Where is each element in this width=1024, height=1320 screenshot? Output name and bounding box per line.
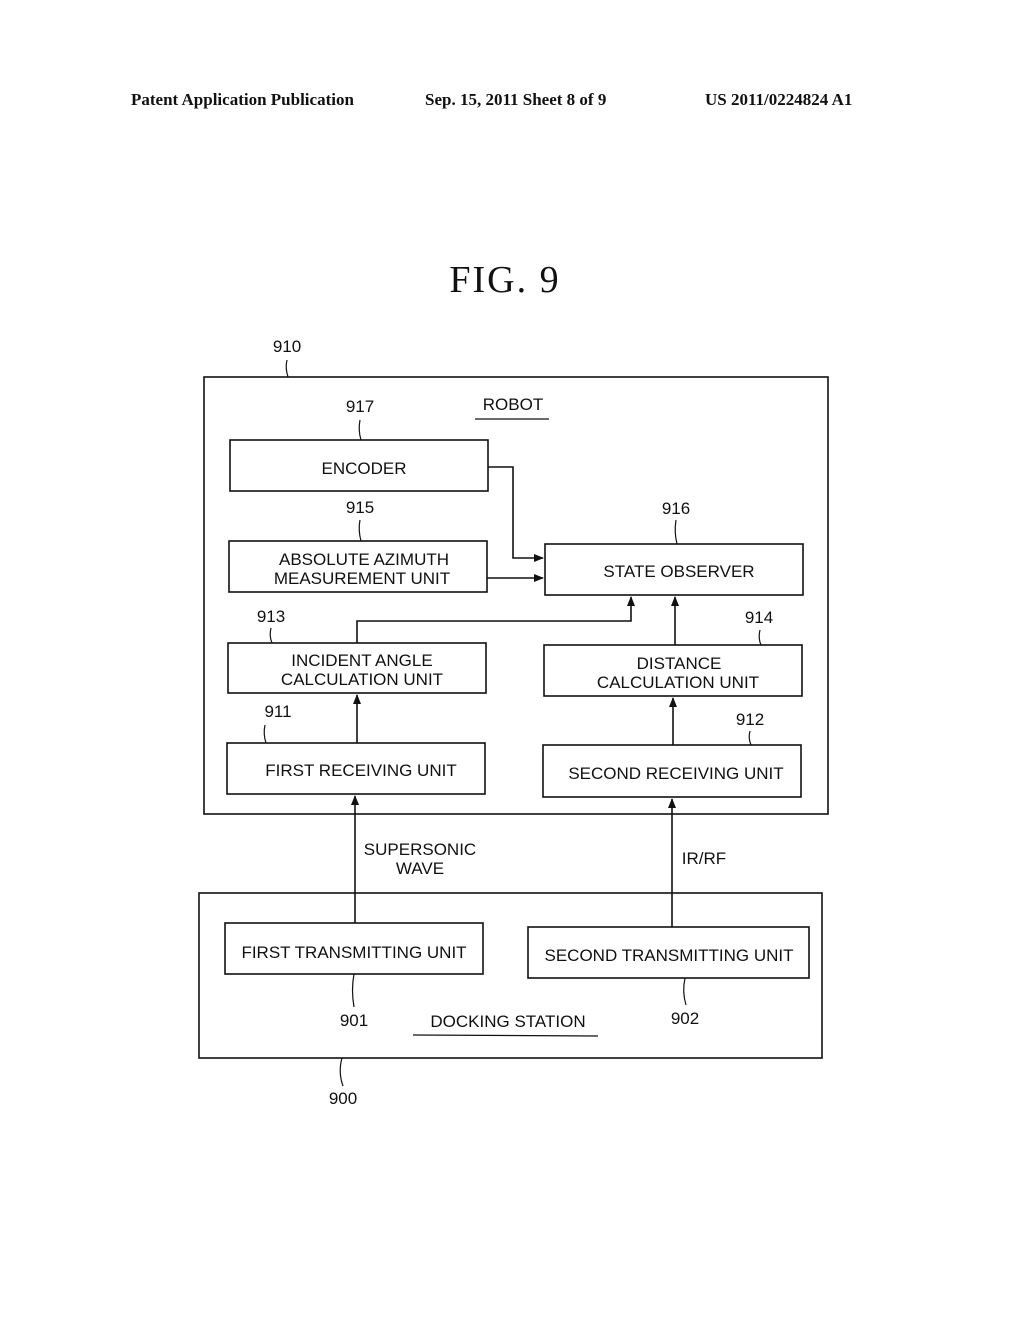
docking-station-label: DOCKING STATION [430, 1012, 585, 1031]
distance-label-line1: DISTANCE [637, 654, 722, 673]
ref-916: 916 [662, 499, 690, 518]
leader-913 [269, 627, 273, 644]
leader-914 [758, 629, 762, 646]
leader-915 [358, 519, 362, 542]
leader-911 [263, 724, 267, 744]
docking-label-underline [412, 1034, 599, 1037]
incident-label-line2: CALCULATION UNIT [281, 670, 443, 689]
ref-912: 912 [736, 710, 764, 729]
ref-902: 902 [671, 1009, 699, 1028]
ref-913: 913 [257, 607, 285, 626]
second-receiving-label: SECOND RECEIVING UNIT [568, 764, 783, 783]
arrow-incident-to-observer [356, 596, 635, 643]
first-receiving-label: FIRST RECEIVING UNIT [265, 761, 456, 780]
supersonic-label-line1: SUPERSONIC [364, 840, 476, 859]
state-observer-label: STATE OBSERVER [603, 562, 754, 581]
block-diagram: 910 ROBOT 917 ENCODER 915 ABSOLUTE AZIMU… [198, 337, 829, 1108]
docking-station-container [198, 892, 823, 1059]
leader-910 [285, 359, 289, 378]
leader-900 [339, 1057, 344, 1087]
ref-915: 915 [346, 498, 374, 517]
supersonic-label-line2: WAVE [396, 859, 444, 878]
ref-910: 910 [273, 337, 301, 356]
leader-912 [748, 730, 752, 746]
ref-914: 914 [745, 608, 773, 627]
distance-label-line2: CALCULATION UNIT [597, 673, 759, 692]
leader-916 [674, 519, 678, 545]
incident-label-line1: INCIDENT ANGLE [291, 651, 432, 670]
second-transmitting-label: SECOND TRANSMITTING UNIT [544, 946, 793, 965]
azimuth-label-line2: MEASUREMENT UNIT [274, 569, 450, 588]
leader-917 [358, 419, 362, 441]
irrf-label: IR/RF [682, 849, 726, 868]
leader-902 [683, 977, 687, 1006]
azimuth-label-line1: ABSOLUTE AZIMUTH [279, 550, 449, 569]
encoder-label: ENCODER [321, 459, 406, 478]
leader-901 [351, 973, 355, 1008]
ref-900: 900 [329, 1089, 357, 1108]
robot-label: ROBOT [483, 395, 543, 414]
ref-911: 911 [264, 702, 291, 721]
arrow-encoder-to-observer [488, 466, 544, 562]
ref-917: 917 [346, 397, 374, 416]
ref-901: 901 [340, 1011, 368, 1030]
first-transmitting-label: FIRST TRANSMITTING UNIT [241, 943, 466, 962]
